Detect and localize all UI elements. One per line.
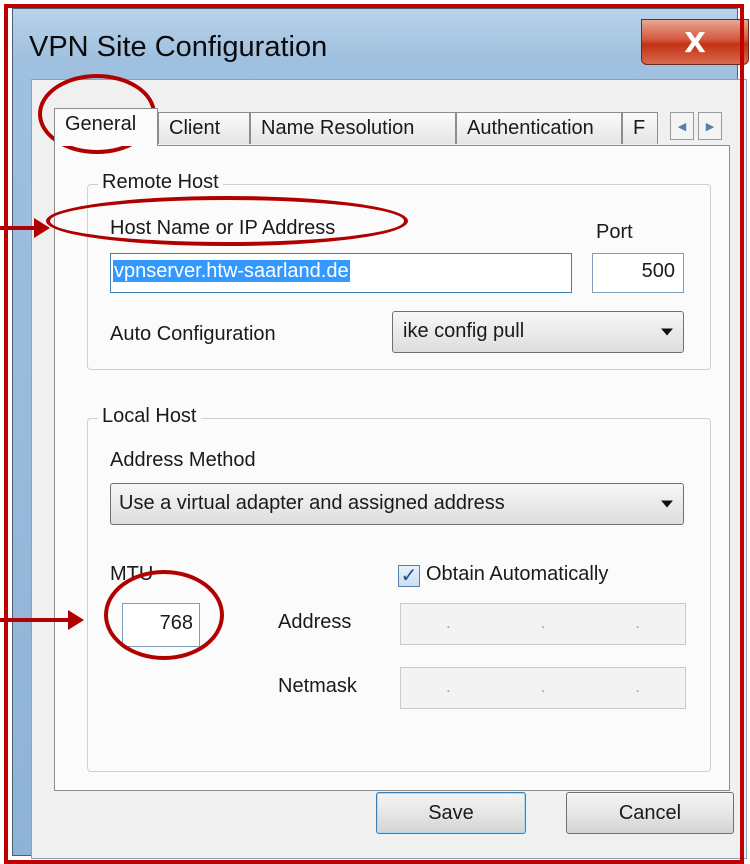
ip-dot: . bbox=[635, 679, 640, 696]
tab-label: Name Resolution bbox=[261, 117, 415, 139]
port-label: Port bbox=[596, 221, 633, 243]
annotation-arrow-icon bbox=[34, 218, 50, 238]
address-method-value: Use a virtual adapter and assigned addre… bbox=[119, 492, 505, 514]
chevron-down-icon bbox=[661, 328, 673, 336]
netmask-ip-field: . . . bbox=[400, 667, 686, 709]
scroll-right-icon[interactable]: ▶ bbox=[698, 112, 722, 140]
tab-authentication[interactable]: Authentication bbox=[456, 112, 622, 144]
tab-label: General bbox=[65, 113, 137, 135]
save-label: Save bbox=[428, 801, 474, 824]
dialog-body: General Client Name Resolution Authentic… bbox=[31, 79, 747, 859]
ip-dot: . bbox=[446, 615, 451, 632]
dialog-window: VPN Site Configuration X General Client … bbox=[12, 8, 749, 859]
host-name-input[interactable]: vpnserver.htw-saarland.de bbox=[110, 253, 572, 293]
tab-label: F bbox=[633, 117, 646, 139]
save-button[interactable]: Save bbox=[376, 792, 526, 834]
tab-name-resolution[interactable]: Name Resolution bbox=[250, 112, 456, 144]
address-method-select[interactable]: Use a virtual adapter and assigned addre… bbox=[110, 483, 684, 525]
scroll-left-icon[interactable]: ◀ bbox=[670, 112, 694, 140]
host-name-value: vpnserver.htw-saarland.de bbox=[113, 260, 350, 282]
annotation-arrow-icon bbox=[68, 610, 84, 630]
tab-scroll-buttons: ◀ ▶ bbox=[670, 112, 722, 140]
mtu-input[interactable]: 768 bbox=[122, 603, 200, 647]
close-button[interactable]: X bbox=[641, 19, 749, 65]
group-label: Remote Host bbox=[98, 171, 223, 194]
cancel-button[interactable]: Cancel bbox=[566, 792, 734, 834]
checkmark-icon: ✓ bbox=[400, 565, 418, 587]
general-tab-panel: Remote Host Host Name or IP Address Port… bbox=[54, 145, 730, 791]
port-value: 500 bbox=[641, 260, 675, 282]
mtu-value: 768 bbox=[159, 612, 193, 634]
remote-host-group: Remote Host Host Name or IP Address Port… bbox=[87, 171, 711, 370]
close-icon: X bbox=[684, 25, 706, 59]
ip-dot: . bbox=[540, 679, 546, 696]
cancel-label: Cancel bbox=[618, 801, 682, 824]
tab-label: Client bbox=[169, 117, 221, 139]
netmask-label: Netmask bbox=[278, 675, 357, 697]
tab-client[interactable]: Client bbox=[158, 112, 250, 144]
obtain-automatically-label: Obtain Automatically bbox=[426, 563, 609, 585]
host-name-label: Host Name or IP Address bbox=[110, 217, 336, 239]
chevron-down-icon bbox=[661, 500, 673, 508]
address-label: Address bbox=[278, 611, 352, 633]
ip-dot: . bbox=[540, 615, 546, 632]
address-ip-field: . . . bbox=[400, 603, 686, 645]
mtu-label: MTU bbox=[110, 563, 154, 585]
tab-truncated[interactable]: F bbox=[622, 112, 658, 144]
auto-config-label: Auto Configuration bbox=[110, 323, 276, 345]
obtain-automatically-checkbox[interactable]: ✓ bbox=[398, 565, 420, 587]
annotation-arrow-line bbox=[0, 618, 70, 622]
address-method-label: Address Method bbox=[110, 449, 256, 471]
tab-general[interactable]: General bbox=[54, 108, 158, 146]
port-input[interactable]: 500 bbox=[592, 253, 684, 293]
window-title: VPN Site Configuration bbox=[29, 31, 328, 63]
auto-config-value: ike config pull bbox=[403, 320, 525, 342]
annotation-arrow-line bbox=[0, 226, 36, 230]
auto-config-select[interactable]: ike config pull bbox=[392, 311, 684, 353]
group-label: Local Host bbox=[98, 405, 201, 428]
ip-dot: . bbox=[635, 615, 640, 632]
local-host-group: Local Host Address Method Use a virtual … bbox=[87, 405, 711, 772]
ip-dot: . bbox=[446, 679, 451, 696]
tab-label: Authentication bbox=[467, 117, 594, 139]
